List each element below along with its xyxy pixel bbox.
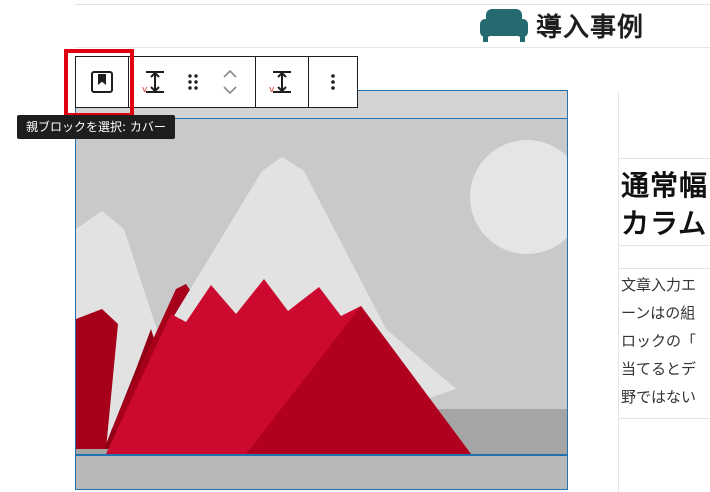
- paragraph-line-3: ロックの「: [621, 332, 697, 350]
- column-heading-line-2: カラム: [621, 207, 708, 240]
- content-position-button[interactable]: v: [256, 57, 308, 107]
- block-controls-group: v: [129, 57, 256, 107]
- sofa-icon: [478, 6, 530, 44]
- paragraph-line-1: 文章入力エ: [621, 276, 697, 294]
- right-column[interactable]: 通常幅 カラム 文章入力エ ーンはの組 ロックの「 当てるとデ 野ではない: [618, 92, 710, 492]
- drag-handle-button[interactable]: [181, 57, 205, 107]
- paragraph-line-2: ーンはの組: [621, 304, 696, 322]
- select-parent-highlight: [64, 49, 134, 117]
- align-group: v: [256, 57, 309, 107]
- svg-text:v: v: [269, 85, 275, 95]
- more-vertical-icon: [331, 74, 335, 90]
- heading-divider: [75, 47, 710, 48]
- paragraph-line-5: 野ではない: [621, 388, 697, 406]
- vertical-align-icon: v: [142, 71, 164, 95]
- move-up-down-icon: [223, 69, 237, 95]
- cover-block-outline[interactable]: [75, 90, 568, 490]
- vertical-align-button[interactable]: v: [129, 57, 181, 107]
- move-up-down-button[interactable]: [205, 57, 255, 107]
- column-divider: [619, 245, 710, 246]
- column-divider: [619, 158, 710, 159]
- column-divider: [619, 418, 710, 419]
- drag-handle-icon: [188, 74, 198, 90]
- section-heading-text: 導入事例: [536, 12, 645, 43]
- paragraph-line-4: 当てるとデ: [621, 360, 697, 378]
- section-heading[interactable]: 導入事例: [478, 6, 644, 44]
- options-button[interactable]: [309, 57, 357, 107]
- tooltip: 親ブロックを選択: カバー: [17, 115, 175, 139]
- options-group: [309, 57, 357, 107]
- column-divider: [619, 268, 710, 269]
- column-heading-line-1: 通常幅: [621, 169, 709, 202]
- svg-text:v: v: [142, 85, 148, 95]
- content-position-icon: v: [269, 71, 291, 95]
